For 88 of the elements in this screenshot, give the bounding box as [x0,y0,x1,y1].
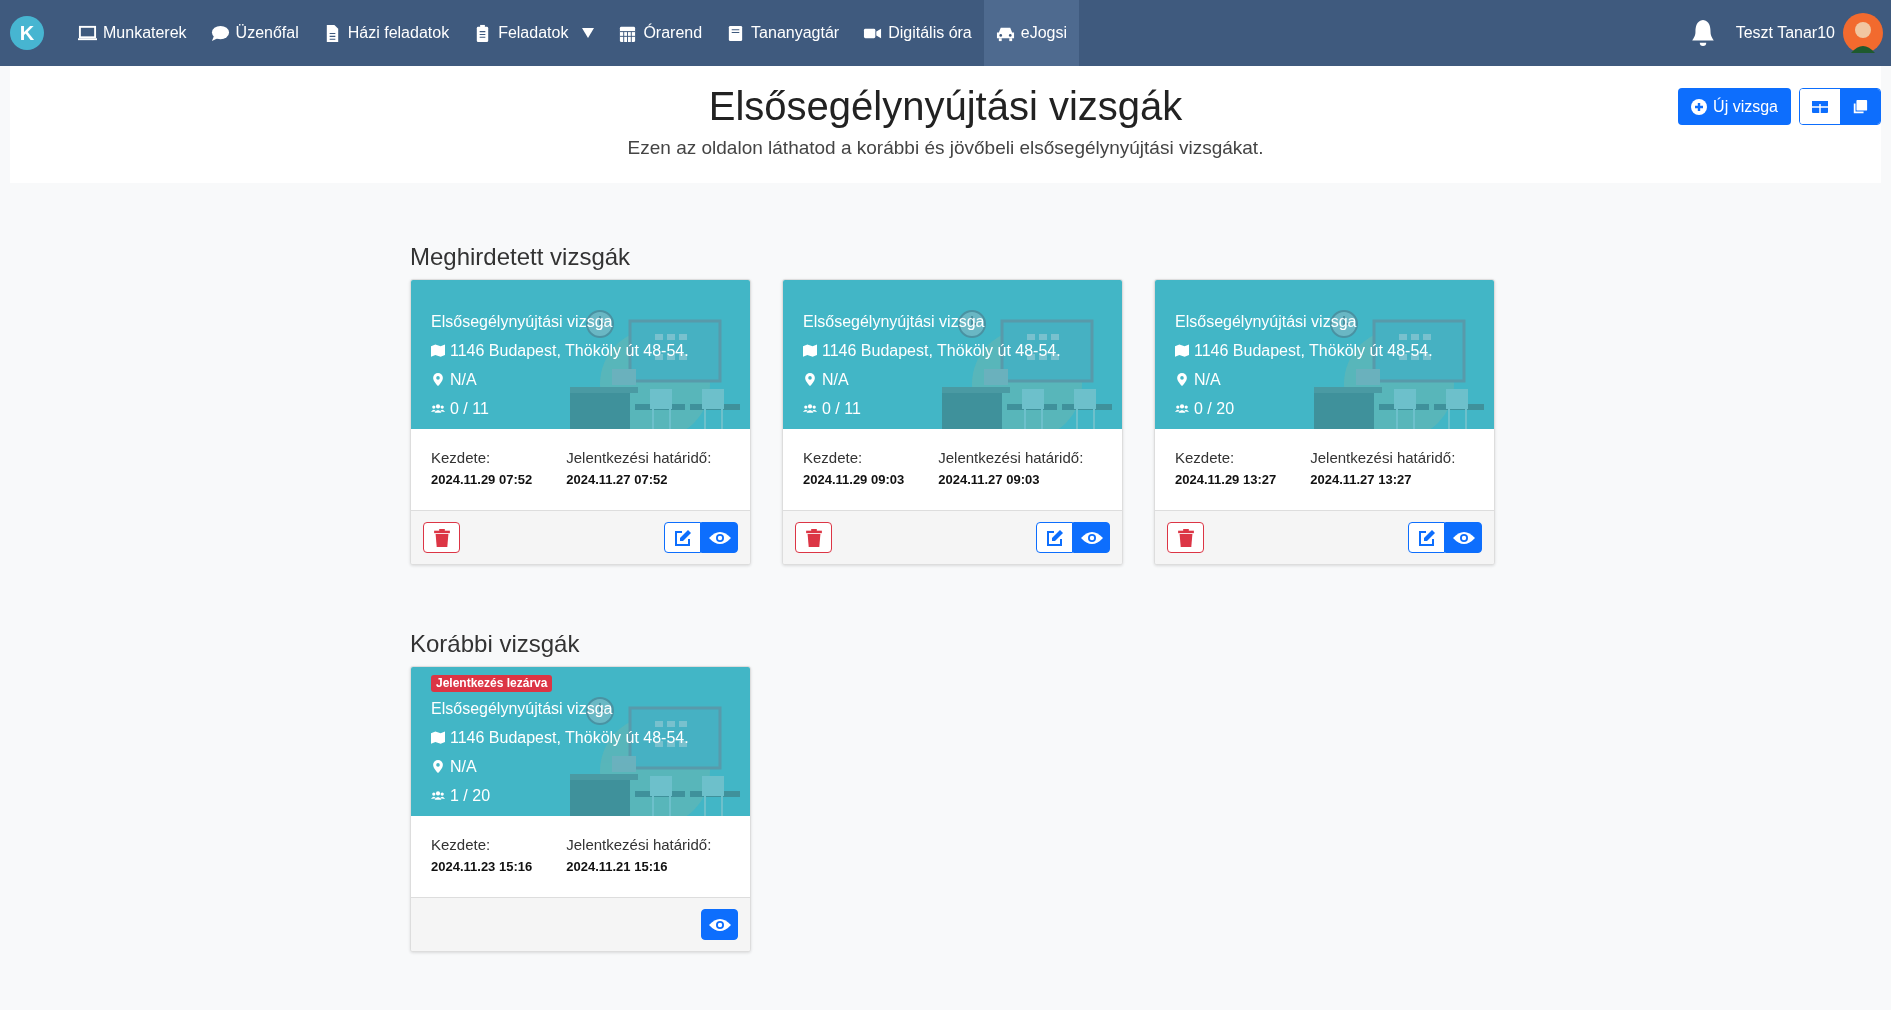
exam-address: 1146 Budapest, Thököly út 48-54. [450,728,689,747]
map-icon [803,344,817,357]
trash-icon [1176,528,1195,547]
deadline-label: Jelentkezési határidő: [566,449,712,466]
deadline-date: 2024.11.21 15:16 [566,859,669,874]
users-icon [1175,402,1189,415]
start-date: 2024.11.29 09:03 [803,472,905,487]
exam-address: 1146 Budapest, Thököly út 48-54. [450,341,689,360]
location-pin-icon [803,373,817,386]
users-icon [803,402,817,415]
participant-count: 0 / 11 [822,399,861,418]
deadline-date: 2024.11.27 07:52 [566,472,669,487]
page-title: Elsősegélynyújtási vizsgák [708,83,1183,129]
exam-title: Elsősegélynyújtási vizsga [431,312,613,332]
exam-address: 1146 Budapest, Thököly út 48-54. [1194,341,1433,360]
trash-icon [432,528,451,547]
delete-button[interactable] [795,522,832,553]
exam-title: Elsősegélynyújtási vizsga [1175,312,1357,332]
nav-item[interactable]: Órarend [606,0,715,66]
caret-icon [582,28,595,38]
participant-count: 0 / 11 [450,399,489,418]
deadline-date: 2024.11.27 09:03 [938,472,1041,487]
nav-item[interactable]: Digitális óra [851,0,984,66]
map-icon [431,731,445,744]
exam-title: Elsősegélynyújtási vizsga [803,312,985,332]
exam-title: Elsősegélynyújtási vizsga [431,699,613,719]
edit-icon [673,528,692,547]
edit-button[interactable] [1408,522,1445,553]
deadline-date: 2024.11.27 13:27 [1310,472,1413,487]
location-pin-icon [431,760,445,773]
view-button[interactable] [701,909,738,940]
eye-icon [708,917,731,932]
eye-icon [1080,530,1103,545]
avatar-icon[interactable] [1843,13,1883,53]
start-label: Kezdete: [431,836,492,853]
eye-icon [708,530,731,545]
comment-icon [210,23,230,43]
exam-room: N/A [822,370,849,389]
edit-button[interactable] [1036,522,1073,553]
section-title: Meghirdetett vizsgák [410,243,632,271]
exam-room: N/A [1194,370,1221,389]
new-exam-button[interactable]: Új vizsga [1678,88,1791,125]
page-subtitle: Ezen az oldalon láthatod a korábbi és jövőbeli elsősegélynyújtási vizsgákat. [627,137,1264,159]
nav-item[interactable]: Munkaterek [66,0,199,66]
plus-icon [1691,98,1708,115]
start-date: 2024.11.29 13:27 [1175,472,1277,487]
participant-count: 1 / 20 [450,786,491,805]
exam-room: N/A [450,370,477,389]
start-label: Kezdete: [431,449,492,466]
monitor-icon [78,23,97,43]
delete-button[interactable] [423,522,460,553]
exam-room: N/A [450,757,477,776]
start-date: 2024.11.23 15:16 [431,859,533,874]
users-icon [431,402,445,415]
map-icon [431,344,445,357]
user-name[interactable]: Teszt Tanar10 [1735,24,1835,42]
start-label: Kezdete: [803,449,864,466]
view-button[interactable] [1073,522,1110,553]
delete-button[interactable] [1167,522,1204,553]
table-icon [1811,98,1829,115]
nav-item[interactable]: Feladatok [461,0,607,66]
copy-icon [1851,98,1869,115]
nav-item[interactable]: eJogsi [983,0,1079,66]
view-button[interactable] [1445,522,1482,553]
eye-icon [1452,530,1475,545]
participant-count: 0 / 20 [1194,399,1235,418]
exam-address: 1146 Budapest, Thököly út 48-54. [822,341,1061,360]
start-date: 2024.11.29 07:52 [431,472,533,487]
nav-item[interactable]: Üzenőfal [198,0,311,66]
edit-icon [1417,528,1436,547]
deadline-label: Jelentkezési határidő: [938,449,1084,466]
edit-icon [1045,528,1064,547]
section-title: Korábbi vizsgák [410,630,581,658]
card-view-button[interactable] [1840,89,1880,124]
closed-badge: Jelentkezés lezárva [431,675,553,692]
users-icon [431,789,445,802]
map-icon [1175,344,1189,357]
notification-bell-icon[interactable] [1689,19,1716,47]
trash-icon [804,528,823,547]
location-pin-icon [1175,373,1189,386]
nav-item[interactable]: Házi feladatok [310,0,462,66]
view-button[interactable] [701,522,738,553]
edit-button[interactable] [664,522,701,553]
start-label: Kezdete: [1175,449,1236,466]
deadline-label: Jelentkezési határidő: [566,836,712,853]
nav-item[interactable]: Tananyagtár [714,0,852,66]
location-pin-icon [431,373,445,386]
deadline-label: Jelentkezési határidő: [1310,449,1456,466]
